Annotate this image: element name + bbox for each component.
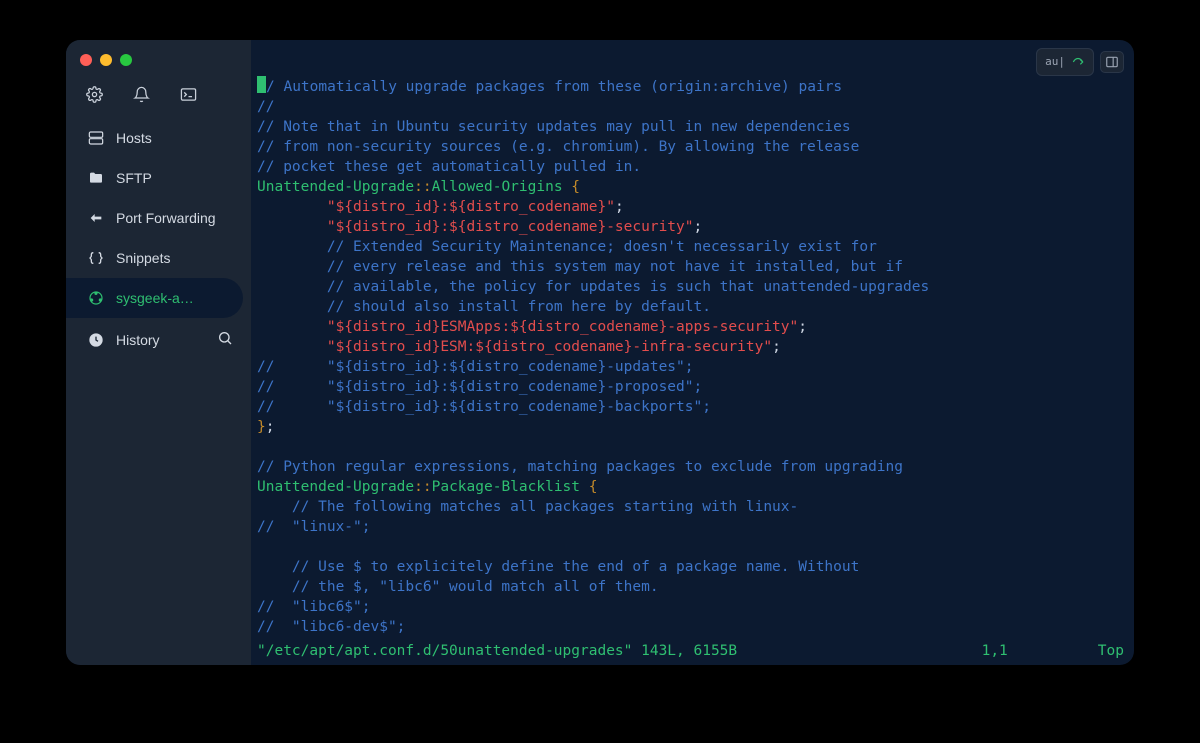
code-line: // the $, "libc6" would match all of the… (257, 577, 1134, 597)
code-line: Unattended-Upgrade::Package-Blacklist { (257, 477, 1134, 497)
code-line: // "linux-"; (257, 517, 1134, 537)
code-line: // Python regular expressions, matching … (257, 457, 1134, 477)
server-icon (88, 130, 104, 146)
code-line: // "${distro_id}:${distro_codename}-upda… (257, 357, 1134, 377)
code-line: }; (257, 417, 1134, 437)
sidebar: Hosts SFTP Port Forwarding Snippets sysg… (66, 40, 251, 665)
code-line: // Extended Security Maintenance; doesn'… (257, 237, 1134, 257)
tab-pill-label: au| (1045, 52, 1065, 72)
code-area[interactable]: / Automatically upgrade packages from th… (257, 76, 1134, 643)
code-line: // every release and this system may not… (257, 257, 1134, 277)
sidebar-item-label: History (116, 332, 205, 348)
folder-icon (88, 170, 104, 186)
code-line: // pocket these get automatically pulled… (257, 157, 1134, 177)
status-scroll: Top (1098, 641, 1124, 661)
sidebar-item-sftp[interactable]: SFTP (66, 158, 251, 198)
code-line: "${distro_id}ESMApps:${distro_codename}-… (257, 317, 1134, 337)
code-line (257, 537, 1134, 557)
search-icon[interactable] (217, 330, 233, 349)
minimize-window-button[interactable] (100, 54, 112, 66)
bell-icon[interactable] (133, 86, 150, 108)
code-line: // The following matches all packages st… (257, 497, 1134, 517)
cursor (257, 76, 266, 93)
zoom-window-button[interactable] (120, 54, 132, 66)
app-window: Hosts SFTP Port Forwarding Snippets sysg… (66, 40, 1134, 665)
sidebar-item-port-forwarding[interactable]: Port Forwarding (66, 198, 251, 238)
sidebar-item-label: Port Forwarding (116, 210, 233, 226)
sidebar-item-label: sysgeek-a… (116, 290, 225, 306)
sidebar-item-label: Snippets (116, 250, 233, 266)
code-line: "${distro_id}ESM:${distro_codename}-infr… (257, 337, 1134, 357)
code-line: // "${distro_id}:${distro_codename}-prop… (257, 377, 1134, 397)
code-line: // (257, 97, 1134, 117)
code-line: // available, the policy for updates is … (257, 277, 1134, 297)
code-line: // from non-security sources (e.g. chrom… (257, 137, 1134, 157)
status-bar: "/etc/apt/apt.conf.d/50unattended-upgrad… (257, 641, 1124, 661)
code-line: / Automatically upgrade packages from th… (257, 76, 1134, 97)
status-position: 1,1 (982, 641, 1008, 661)
code-line: // Note that in Ubuntu security updates … (257, 117, 1134, 137)
share-arrow-icon (1071, 55, 1085, 69)
panel-layout-button[interactable] (1100, 51, 1124, 73)
sidebar-item-label: Hosts (116, 130, 233, 146)
tab-pill[interactable]: au| (1036, 48, 1094, 76)
sidebar-item-history[interactable]: History (66, 318, 251, 361)
code-line: "${distro_id}:${distro_codename}"; (257, 197, 1134, 217)
clock-icon (88, 332, 104, 348)
code-line (257, 437, 1134, 457)
code-line: Unattended-Upgrade::Allowed-Origins { (257, 177, 1134, 197)
panel-icon (1105, 55, 1119, 69)
top-right-controls: au| (1036, 48, 1124, 76)
sidebar-item-label: SFTP (116, 170, 233, 186)
forward-icon (88, 210, 104, 226)
settings-icon[interactable] (86, 86, 103, 108)
sidebar-item-hosts[interactable]: Hosts (66, 118, 251, 158)
code-line: "${distro_id}:${distro_codename}-securit… (257, 217, 1134, 237)
braces-icon (88, 250, 104, 266)
code-line: // "${distro_id}:${distro_codename}-back… (257, 397, 1134, 417)
sidebar-item-snippets[interactable]: Snippets (66, 238, 251, 278)
sidebar-item-active-host[interactable]: sysgeek-a… (66, 278, 243, 318)
close-window-button[interactable] (80, 54, 92, 66)
terminal-small-icon[interactable] (180, 86, 197, 108)
ubuntu-icon (88, 290, 104, 306)
traffic-lights (66, 50, 251, 82)
code-line: // Use $ to explicitely define the end o… (257, 557, 1134, 577)
terminal-pane[interactable]: au| / Automatically upgrade packages fro… (251, 40, 1134, 665)
code-line: // should also install from here by defa… (257, 297, 1134, 317)
code-line: // "libc6-dev$"; (257, 617, 1134, 637)
status-file: "/etc/apt/apt.conf.d/50unattended-upgrad… (257, 641, 737, 661)
code-line: // "libc6$"; (257, 597, 1134, 617)
